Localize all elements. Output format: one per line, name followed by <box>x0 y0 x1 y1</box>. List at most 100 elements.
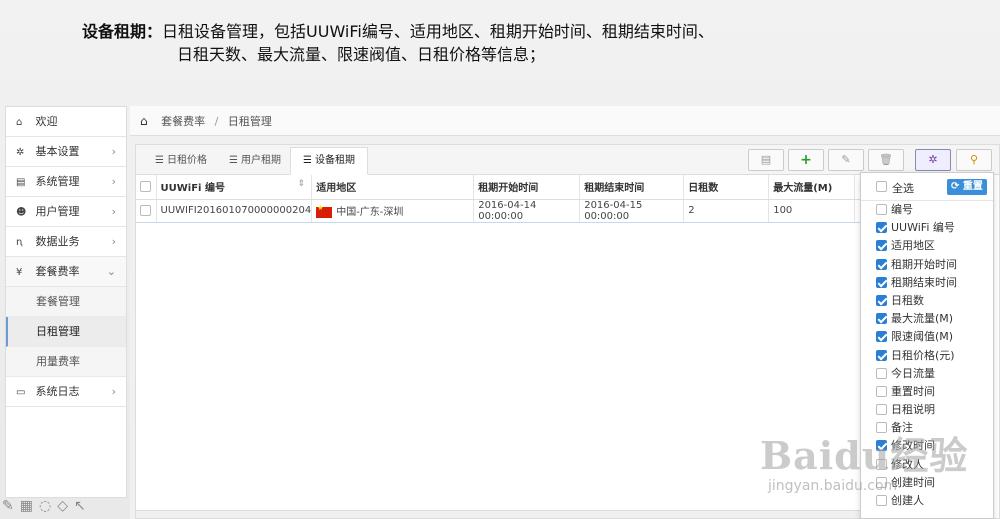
sidebar-item-label: 基本设置 <box>35 145 80 158</box>
sidebar-subitem-package-manage[interactable]: 套餐管理 <box>6 287 126 317</box>
pen-icon[interactable]: ✎ <box>2 498 20 514</box>
column-header[interactable]: 租期开始时间 <box>473 175 581 200</box>
sort-icon[interactable]: ⇕ <box>298 179 306 189</box>
grid-icon[interactable]: ▦ <box>20 498 39 514</box>
column-header[interactable]: 日租数 <box>683 175 770 200</box>
columns-button[interactable]: ✲ <box>915 149 951 171</box>
yen-icon: ¥ <box>16 267 23 278</box>
chevron-right-icon: › <box>111 175 116 188</box>
column-option[interactable]: 今日流量 <box>861 365 993 383</box>
breadcrumb-separator: / <box>214 115 219 128</box>
checkbox[interactable] <box>876 294 887 306</box>
checkbox[interactable] <box>876 349 887 361</box>
column-option[interactable]: 日租说明 <box>861 401 993 419</box>
add-button[interactable]: + <box>788 149 824 171</box>
sidebar-item-welcome[interactable]: ⌂ 欢迎 <box>6 107 126 137</box>
column-option[interactable]: 适用地区 <box>861 237 993 255</box>
eraser-icon[interactable]: ◇ <box>57 498 74 514</box>
column-option-label: 创建人 <box>891 494 924 507</box>
cell-region: 中国-广东-深圳 <box>311 198 475 223</box>
chevron-right-icon: › <box>111 235 116 248</box>
cursor-icon[interactable]: ↖ <box>74 498 92 514</box>
checkbox[interactable] <box>140 181 151 192</box>
sidebar-item-label: 系统管理 <box>35 175 80 188</box>
checkbox[interactable] <box>876 222 887 234</box>
chevron-right-icon: › <box>111 205 116 218</box>
baidu-watermark-url: jingyan.baidu.com <box>768 478 898 494</box>
column-option-label: 租期开始时间 <box>891 257 957 271</box>
checkbox[interactable] <box>876 240 887 252</box>
sidebar-item-system-log[interactable]: ▭ 系统日志 › <box>6 377 126 407</box>
column-option-label: 日租数 <box>891 293 924 307</box>
list-icon: ☰ <box>155 155 164 166</box>
sidebar-item-label: 用户管理 <box>35 205 80 218</box>
column-option[interactable]: 重置时间 <box>861 383 993 401</box>
checkbox[interactable] <box>876 276 887 288</box>
select-all-label[interactable]: 全选 <box>892 180 914 196</box>
column-header[interactable]: 租期结束时间 <box>579 175 685 200</box>
column-option[interactable]: UUWiFi 编号 <box>861 219 993 237</box>
checkbox[interactable] <box>876 404 887 416</box>
sidebar-item-basic-settings[interactable]: ✲ 基本设置 › <box>6 137 126 167</box>
edit-button[interactable]: ✎ <box>828 149 864 171</box>
home-icon[interactable]: ⌂ <box>140 114 148 128</box>
list-icon: ☰ <box>229 155 238 166</box>
column-option[interactable]: 编号 <box>861 201 993 219</box>
breadcrumb-item[interactable]: 套餐费率 <box>161 115 205 128</box>
view-button[interactable]: ▤ <box>748 149 784 171</box>
column-option[interactable]: 日租数 <box>861 292 993 310</box>
column-option[interactable]: 日租价格(元) <box>861 347 993 365</box>
column-option-label: 日租说明 <box>891 403 935 417</box>
sidebar-item-package-rates[interactable]: ¥ 套餐费率 ⌄ <box>6 257 126 287</box>
column-option[interactable]: 租期结束时间 <box>861 274 993 292</box>
column-header[interactable]: UUWiFi 编号 ⇕ <box>156 175 313 200</box>
sidebar-item-label: 系统日志 <box>35 385 80 398</box>
lasso-icon[interactable]: ◌ <box>39 498 57 514</box>
sidebar-item-users[interactable]: ☻ 用户管理 › <box>6 197 126 227</box>
sidebar-subitem-daily-rent[interactable]: 日租管理 <box>6 317 126 347</box>
rss-icon: ꞑ <box>16 237 23 248</box>
checkbox[interactable] <box>140 204 151 216</box>
breadcrumb-current: 日租管理 <box>227 115 272 128</box>
table-row[interactable]: UUWIFI201601070000000204 中国-广东-深圳 2016-0… <box>136 198 873 223</box>
caption: 设备租期：日租设备管理，包括UUWiFi编号、适用地区、租期开始时间、租期结束时… <box>82 20 714 66</box>
checkbox[interactable] <box>876 495 887 506</box>
select-all-header[interactable] <box>136 175 157 200</box>
tab-device-rent[interactable]: ☰ 设备租期 <box>290 147 368 175</box>
select-all-checkbox[interactable] <box>876 181 887 192</box>
device-rent-table: UUWiFi 编号 ⇕ 适用地区 租期开始时间 租期结束时间 日租数 最大流量(M… <box>136 175 873 223</box>
row-select-cell[interactable] <box>136 198 157 223</box>
chevron-down-icon: ⌄ <box>106 265 116 278</box>
column-option[interactable]: 创建人 <box>861 492 993 510</box>
sidebar-item-data-service[interactable]: ꞑ 数据业务 › <box>6 227 126 257</box>
checkbox[interactable] <box>876 204 887 215</box>
column-header[interactable]: 最大流量(M) <box>768 175 856 200</box>
tab-daily-price[interactable]: ☰ 日租价格 <box>142 147 220 175</box>
china-flag-icon <box>316 204 333 218</box>
checkbox[interactable] <box>876 367 887 379</box>
reset-button[interactable]: ⟳ 重置 <box>947 179 987 195</box>
column-option-label: UUWiFi 编号 <box>891 221 955 235</box>
column-option-label: 编号 <box>891 203 913 216</box>
search-button[interactable]: ⚲ <box>956 149 992 171</box>
breadcrumb: ⌂ 套餐费率 / 日租管理 <box>130 106 1000 136</box>
delete-button[interactable]: 🗑 <box>868 149 904 171</box>
sidebar-item-system[interactable]: ▤ 系统管理 › <box>6 167 126 197</box>
tab-user-rent[interactable]: ☰ 用户租期 <box>216 147 294 175</box>
horizontal-scrollbar[interactable] <box>136 510 860 518</box>
column-option[interactable]: 最大流量(M) <box>861 310 993 328</box>
cell-uuwifi-id: UUWIFI201601070000000204 <box>156 198 313 223</box>
column-option[interactable]: 限速阈值(M) <box>861 328 993 346</box>
region-label: 中国-广东-深圳 <box>336 207 404 218</box>
checkbox[interactable] <box>876 331 887 343</box>
sidebar-item-label: 数据业务 <box>35 235 80 248</box>
sidebar-subitem-usage-rates[interactable]: 用量费率 <box>6 347 126 377</box>
cell-end-time: 2016-04-15 00:00:00 <box>579 198 685 223</box>
column-option[interactable]: 租期开始时间 <box>861 256 993 274</box>
checkbox[interactable] <box>876 385 887 397</box>
checkbox[interactable] <box>876 313 887 325</box>
caption-line2: 日租天数、最大流量、限速阀值、日租价格等信息； <box>177 45 546 64</box>
users-icon: ☻ <box>16 207 27 218</box>
checkbox[interactable] <box>876 258 887 270</box>
column-header[interactable]: 适用地区 <box>311 175 475 200</box>
